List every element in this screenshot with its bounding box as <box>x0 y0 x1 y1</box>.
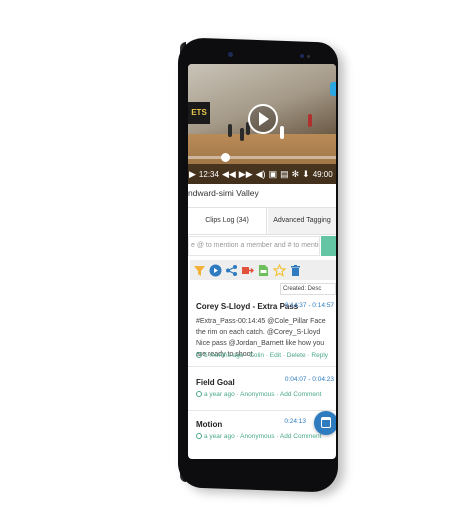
video-scrubber-handle[interactable] <box>221 153 230 162</box>
clip-title: Motion <box>196 420 223 429</box>
phone-screen: ETS ▶ 12:34 ◀◀ ▶▶ ◀) ▣ ▤ ✻ ⬇ 49:00 ndwar… <box>188 64 336 459</box>
chat-fab-button[interactable] <box>314 411 336 435</box>
clip-time-range[interactable]: 0:24:13 <box>284 418 306 425</box>
csv-file-icon[interactable] <box>257 264 270 277</box>
clip-author[interactable]: Anonymous <box>240 433 274 440</box>
player-figure <box>240 128 244 141</box>
clip-age: 5 months ago <box>204 352 244 359</box>
post-comment-button[interactable] <box>321 236 336 256</box>
clip-meta: a year ago · Anonymous · Add Comment <box>196 391 321 398</box>
forward-icon[interactable]: ▶▶ <box>239 169 253 179</box>
screenshot-icon[interactable]: ▣ <box>269 169 278 179</box>
volume-icon[interactable]: ◀) <box>256 169 266 179</box>
sort-dropdown[interactable]: Created: Desc <box>280 283 336 295</box>
clip-toolbar <box>190 260 336 280</box>
clip-list-item[interactable]: Field Goal 0:04:07 - 0:04:23 a year ago … <box>188 374 336 411</box>
duration: 49:00 <box>312 169 333 179</box>
clock-icon <box>196 391 202 397</box>
current-time: 12:34 <box>198 169 219 179</box>
clip-time-range[interactable]: 0:04:07 - 0:04:23 <box>285 376 334 383</box>
player-figure <box>308 114 312 127</box>
trash-icon[interactable] <box>289 264 302 277</box>
clock-icon <box>196 433 202 439</box>
tab-bar: Clips Log (34) Advanced Tagging <box>188 207 336 235</box>
download-icon[interactable]: ⬇ <box>302 169 310 179</box>
video-player[interactable]: ETS ▶ 12:34 ◀◀ ▶▶ ◀) ▣ ▤ ✻ ⬇ 49:00 <box>188 64 336 184</box>
tab-advanced-tagging[interactable]: Advanced Tagging <box>268 208 336 234</box>
clip-author[interactable]: Anonymous <box>240 391 274 398</box>
comment-input[interactable]: e @ to mention a member and # to mention… <box>188 236 320 256</box>
clip-time-range[interactable]: 0:14:37 - 0:14:57 <box>285 302 334 309</box>
clip-author[interactable]: Colin <box>249 352 264 359</box>
clip-title: Corey S-Lloyd - Extra Pass <box>196 302 299 311</box>
rewind-icon[interactable]: ◀◀ <box>222 169 236 179</box>
gym-wall-sign: ETS <box>188 102 210 124</box>
reply-link[interactable]: Reply <box>311 352 328 359</box>
pause-icon[interactable]: ▶ <box>189 169 196 179</box>
clip-list-item[interactable]: Corey S-Lloyd - Extra Pass 0:14:37 - 0:1… <box>188 302 336 367</box>
video-side-tab[interactable] <box>330 82 336 96</box>
clip-age: a year ago <box>204 391 235 398</box>
play-button[interactable] <box>248 104 278 134</box>
gear-icon[interactable]: ✻ <box>292 169 300 179</box>
clip-meta: a year ago · Anonymous · Add Comment <box>196 433 321 440</box>
tab-clips-log[interactable]: Clips Log (34) <box>188 208 267 234</box>
clip-meta: 5 months ago · Colin · Edit · Delete · R… <box>196 352 328 359</box>
export-icon[interactable] <box>241 264 254 277</box>
team-name: ndward-simi Valley <box>188 188 259 198</box>
edit-link[interactable]: Edit <box>270 352 281 359</box>
player-figure <box>280 126 284 139</box>
player-figure <box>228 124 232 137</box>
play-circle-icon[interactable] <box>209 264 222 277</box>
clip-title: Field Goal <box>196 378 235 387</box>
clip-age: a year ago <box>204 433 235 440</box>
video-scrubber-track[interactable] <box>188 156 336 159</box>
delete-link[interactable]: Delete <box>287 352 306 359</box>
share-icon[interactable] <box>225 264 238 277</box>
add-comment-link[interactable]: Add Comment <box>280 433 322 440</box>
sensor-icon <box>300 54 304 58</box>
clock-icon <box>196 352 202 358</box>
front-camera-icon <box>228 52 233 57</box>
sensor-icon <box>307 55 310 58</box>
filter-icon[interactable] <box>193 264 206 277</box>
add-comment-link[interactable]: Add Comment <box>280 391 322 398</box>
star-icon[interactable] <box>272 263 287 277</box>
video-controls-bar: ▶ 12:34 ◀◀ ▶▶ ◀) ▣ ▤ ✻ ⬇ 49:00 <box>188 164 336 184</box>
captions-icon[interactable]: ▤ <box>280 169 289 179</box>
